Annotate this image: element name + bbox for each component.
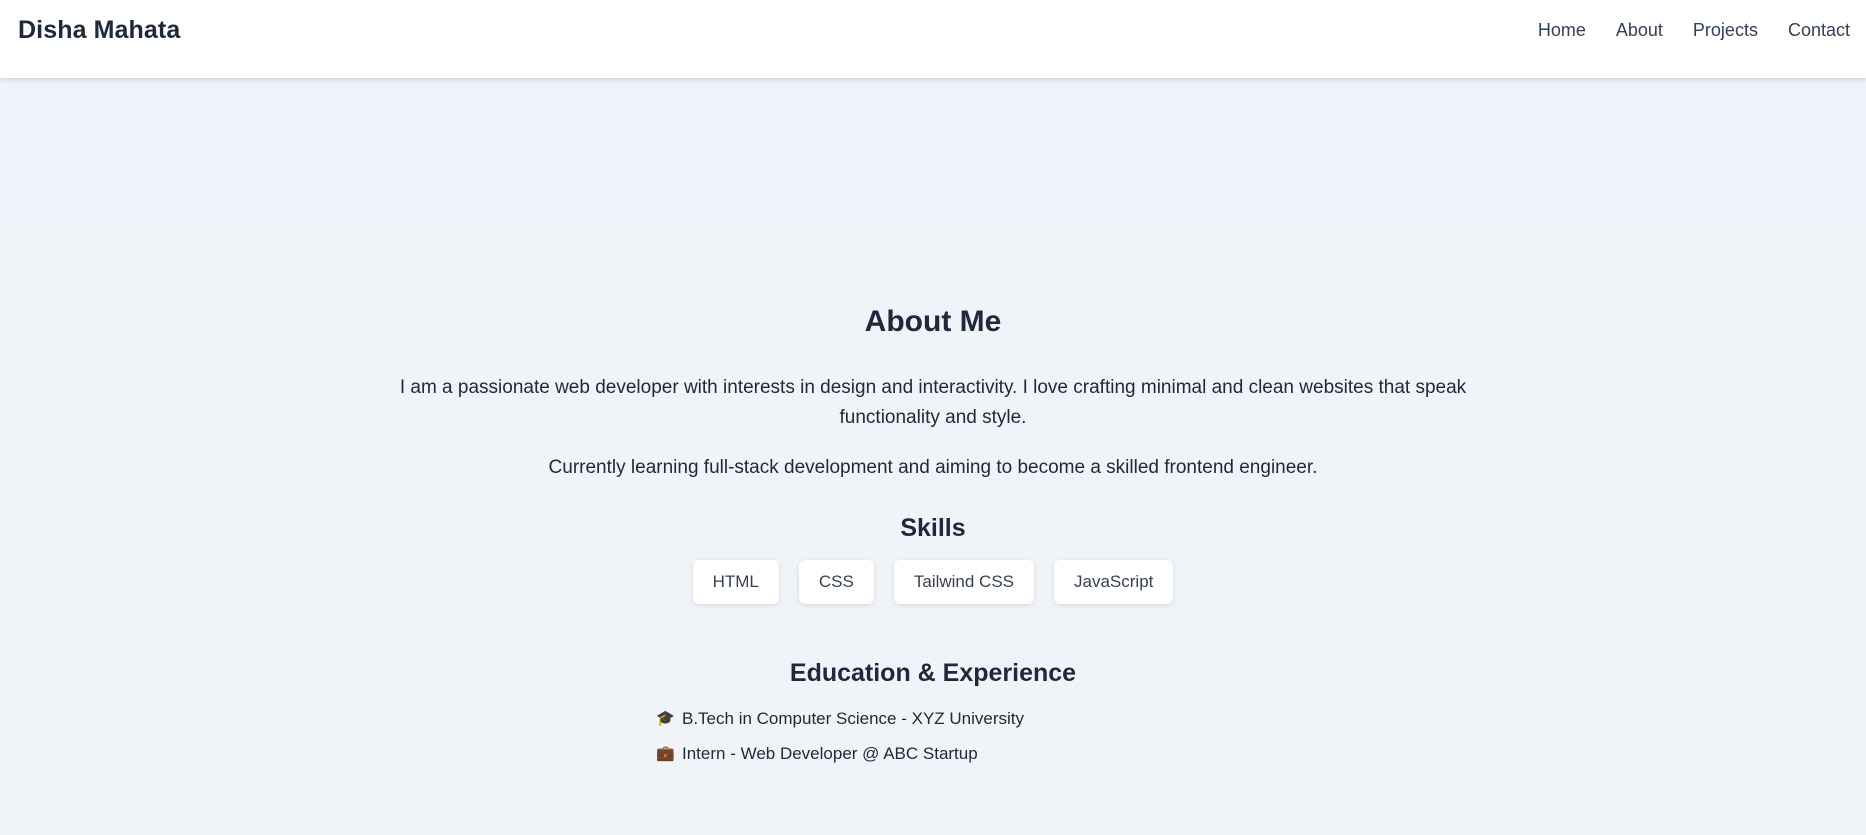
list-item: 💼 Intern - Web Developer @ ABC Startup [656,743,1024,778]
about-paragraph-2: Currently learning full-stack developmen… [548,457,1318,478]
top-navbar: Disha Mahata Home About Projects Contact [0,0,1866,78]
briefcase-icon: 💼 [656,745,675,762]
education-item-text: B.Tech in Computer Science - XYZ Univers… [682,709,1025,728]
nav-link-contact[interactable]: Contact [1788,20,1850,41]
nav-link-projects[interactable]: Projects [1693,20,1758,41]
skills-title: Skills [900,514,966,542]
nav-links: Home About Projects Contact [1538,20,1850,41]
hero-band [0,78,1866,219]
list-item: 🎓 B.Tech in Computer Science - XYZ Unive… [656,708,1024,743]
education-list: 🎓 B.Tech in Computer Science - XYZ Unive… [656,708,1024,778]
graduation-cap-icon: 🎓 [656,710,675,727]
skill-chip-javascript: JavaScript [1054,560,1174,604]
nav-link-about[interactable]: About [1616,20,1663,41]
about-paragraph-1: I am a passionate web developer with int… [399,377,1467,428]
skills-list: HTML CSS Tailwind CSS JavaScript [0,560,1866,604]
skill-chip-tailwind: Tailwind CSS [893,560,1035,604]
experience-item-text: Intern - Web Developer @ ABC Startup [682,744,978,763]
nav-link-home[interactable]: Home [1538,20,1586,41]
education-title: Education & Experience [789,659,1077,687]
about-section: About Me I am a passionate web developer… [0,219,1866,835]
skill-chip-html: HTML [692,560,779,604]
site-brand[interactable]: Disha Mahata [18,16,180,45]
skill-chip-css: CSS [798,560,874,604]
about-title: About Me [864,305,1002,338]
